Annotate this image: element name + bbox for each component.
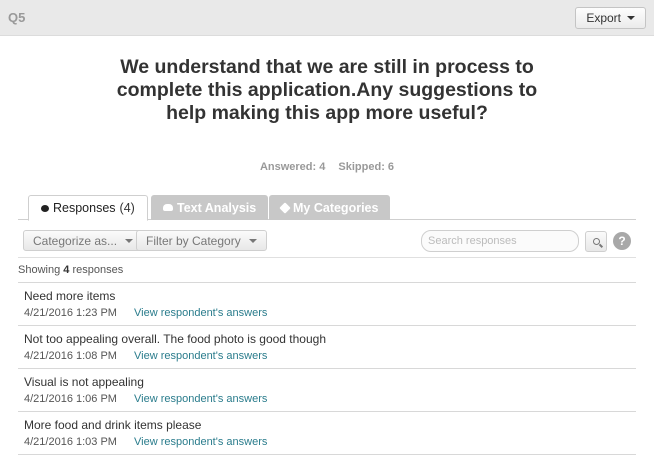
showing-suffix: responses — [72, 264, 124, 276]
tab-text-analysis[interactable]: Text Analysis — [151, 195, 269, 220]
tab-responses[interactable]: Responses (4) — [28, 195, 148, 221]
question-number: Q5 — [8, 10, 26, 25]
question-title: We understand that we are still in proce… — [116, 56, 538, 124]
responses-toolbar: Categorize as... Filter by Category ? — [18, 223, 636, 258]
view-answers-link[interactable]: View respondent's answers — [134, 350, 267, 362]
response-date: 4/21/2016 1:03 PM — [24, 436, 117, 448]
categorize-dropdown[interactable]: Categorize as... — [23, 230, 144, 251]
list-item: Not too appealing overall. The food phot… — [18, 326, 636, 369]
response-text: Need more items — [24, 289, 116, 303]
response-date: 4/21/2016 1:08 PM — [24, 350, 117, 362]
cloud-icon — [163, 204, 173, 211]
chevron-down-icon — [248, 238, 257, 243]
answered-count: Answered: 4 — [259, 161, 326, 173]
results-tabs: Responses (4) Text Analysis My Categorie… — [18, 195, 636, 221]
tag-icon — [279, 201, 291, 214]
view-answers-link[interactable]: View respondent's answers — [134, 436, 267, 448]
question-header-bar: Q5 Export — [0, 0, 654, 36]
question-stats: Answered: 4 Skipped: 6 — [0, 161, 654, 173]
view-answers-link[interactable]: View respondent's answers — [134, 393, 267, 405]
showing-number: 4 — [63, 264, 70, 276]
export-label: Export — [586, 11, 621, 25]
response-text: Visual is not appealing — [24, 375, 144, 389]
filter-label: Filter by Category — [146, 233, 241, 248]
view-answers-link[interactable]: View respondent's answers — [134, 307, 267, 319]
response-date: 4/21/2016 1:23 PM — [24, 307, 117, 319]
list-item: Visual is not appealing 4/21/2016 1:06 P… — [18, 369, 636, 412]
tab-my-categories-label: My Categories — [293, 200, 379, 215]
skipped-count: Skipped: 6 — [338, 161, 395, 173]
response-text: More food and drink items please — [24, 418, 202, 432]
help-icon[interactable]: ? — [613, 232, 631, 250]
search-icon — [592, 238, 600, 245]
chevron-down-icon — [125, 238, 134, 243]
chevron-down-icon — [627, 16, 635, 20]
list-item: More food and drink items please 4/21/20… — [18, 412, 636, 455]
export-button[interactable]: Export — [575, 7, 646, 29]
tab-responses-count: (4) — [119, 201, 135, 215]
filter-category-dropdown[interactable]: Filter by Category — [136, 230, 267, 251]
response-date: 4/21/2016 1:06 PM — [24, 393, 117, 405]
tab-text-analysis-label: Text Analysis — [177, 200, 257, 215]
responses-list: Need more items 4/21/2016 1:23 PM View r… — [18, 282, 636, 455]
speech-bubble-icon — [41, 204, 49, 212]
categorize-label: Categorize as... — [33, 233, 118, 248]
tab-my-categories[interactable]: My Categories — [269, 195, 391, 220]
response-text: Not too appealing overall. The food phot… — [24, 332, 327, 346]
list-item: Need more items 4/21/2016 1:23 PM View r… — [18, 283, 636, 326]
tab-responses-label: Responses — [53, 201, 116, 215]
showing-count: Showing 4 responses — [18, 264, 123, 276]
search-input[interactable] — [421, 230, 579, 252]
showing-prefix: Showing — [18, 264, 61, 276]
search-button[interactable] — [585, 231, 607, 252]
